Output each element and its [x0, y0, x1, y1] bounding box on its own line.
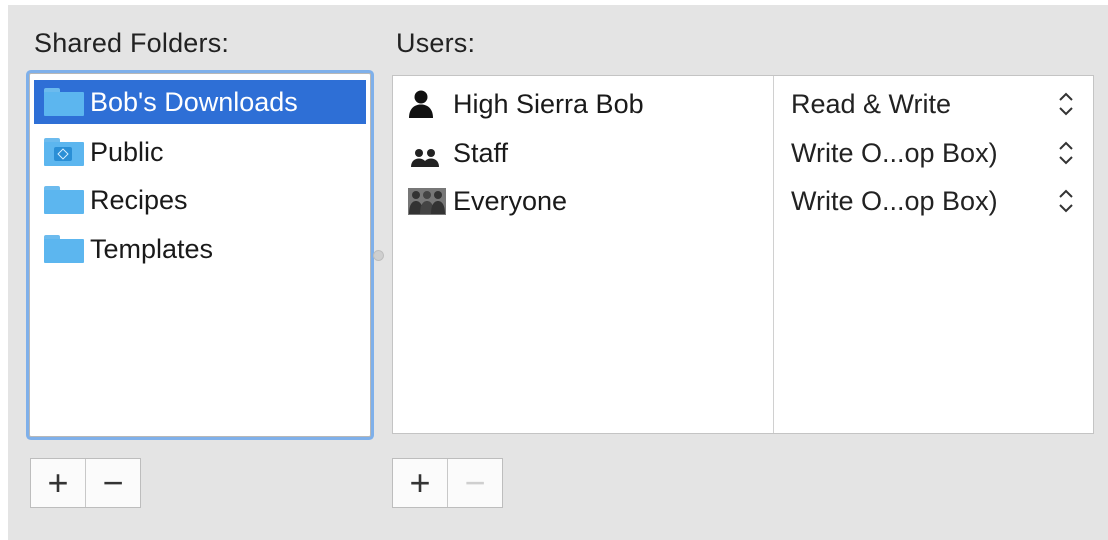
- folder-item-templates[interactable]: Templates: [34, 227, 366, 271]
- users-heading: Users:: [396, 28, 476, 58]
- group-icon: [407, 138, 447, 168]
- user-name: High Sierra Bob: [453, 88, 644, 119]
- folder-icon: [44, 186, 84, 214]
- add-user-button[interactable]: +: [393, 459, 447, 507]
- single-user-icon: [407, 89, 447, 119]
- user-row-staff[interactable]: Staff Write O...op Box): [393, 130, 1093, 176]
- user-name: Everyone: [453, 185, 568, 216]
- folder-item-bobs-downloads[interactable]: Bob's Downloads: [34, 80, 366, 124]
- folder-label: Bob's Downloads: [90, 86, 298, 117]
- folder-icon: [44, 235, 84, 263]
- user-row-high-sierra-bob[interactable]: High Sierra Bob Read & Write: [393, 81, 1093, 127]
- user-row-everyone[interactable]: Everyone Write O...op Box): [393, 178, 1093, 224]
- user-name: Staff: [453, 137, 509, 168]
- remove-user-button[interactable]: −: [447, 459, 502, 507]
- everyone-icon: [407, 186, 447, 216]
- permission-stepper-icon[interactable]: [1055, 186, 1077, 216]
- user-name-cell: Everyone: [407, 178, 567, 224]
- user-name-cell: High Sierra Bob: [407, 81, 644, 127]
- add-folder-button[interactable]: +: [31, 459, 85, 507]
- folder-item-recipes[interactable]: Recipes: [34, 178, 366, 222]
- permission-value: Read & Write: [791, 88, 952, 119]
- user-name-cell: Staff: [407, 130, 508, 176]
- shared-folders-buttons: + −: [30, 458, 141, 508]
- users-buttons: + −: [392, 458, 503, 508]
- folder-label: Templates: [90, 233, 214, 264]
- users-table[interactable]: High Sierra Bob Read & Write Staff Write…: [392, 75, 1094, 434]
- split-resize-handle[interactable]: [373, 250, 384, 261]
- folder-label: Recipes: [90, 184, 188, 215]
- folder-label: Public: [90, 136, 164, 167]
- folder-item-public[interactable]: Public: [34, 130, 366, 174]
- permission-stepper-icon[interactable]: [1055, 89, 1077, 119]
- public-folder-icon: [44, 138, 84, 166]
- folder-icon: [44, 88, 84, 116]
- permission-value: Write O...op Box): [791, 185, 998, 216]
- permission-value: Write O...op Box): [791, 137, 998, 168]
- shared-folders-list[interactable]: Bob's Downloads Public Recipes Templates: [29, 73, 371, 437]
- permission-stepper-icon[interactable]: [1055, 138, 1077, 168]
- shared-folders-heading: Shared Folders:: [34, 28, 230, 58]
- remove-folder-button[interactable]: −: [85, 459, 140, 507]
